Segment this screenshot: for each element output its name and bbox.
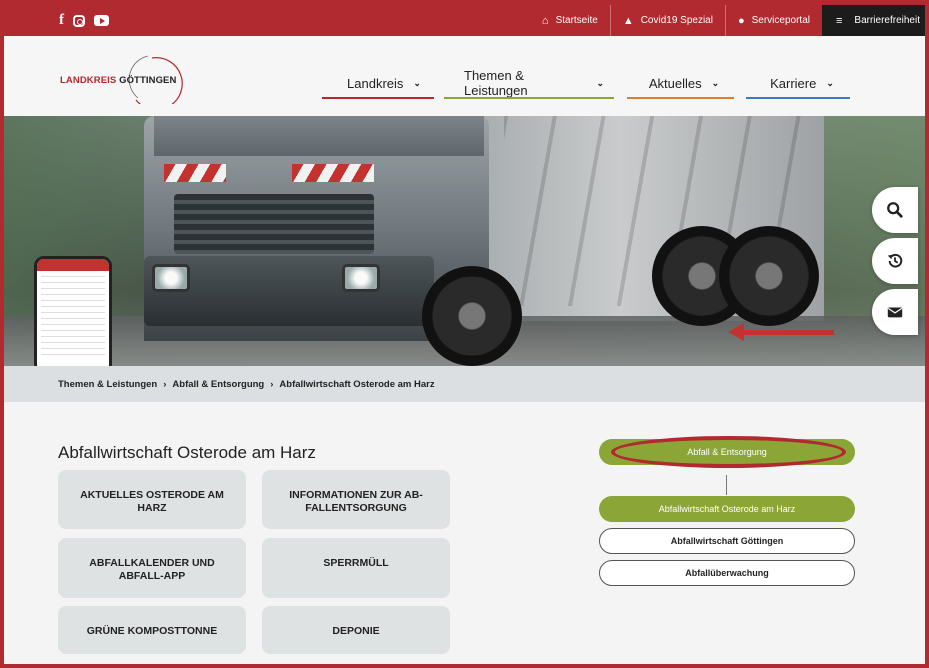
youtube-icon[interactable] [94, 15, 109, 26]
startseite-link[interactable]: ⌂ Startseite [530, 5, 610, 36]
top-bar: f ⌂ Startseite ▲ Covid19 Spezial ● Servi… [4, 5, 925, 36]
breadcrumb-separator: › [270, 378, 274, 390]
search-icon [887, 202, 903, 218]
breadcrumb-separator: › [163, 378, 167, 390]
site-header: LANDKREIS GÖTTINGEN Landkreis ⌄ Themen &… [4, 36, 925, 116]
browser-frame: f ⌂ Startseite ▲ Covid19 Spezial ● Servi… [0, 0, 929, 668]
nav-karriere-label: Karriere [770, 75, 817, 91]
truck-wheel [719, 226, 819, 326]
search-button[interactable] [872, 187, 918, 233]
nav-connector [726, 475, 727, 495]
menu-icon: ≡ [835, 14, 843, 27]
mail-icon [887, 307, 903, 318]
top-links: ⌂ Startseite ▲ Covid19 Spezial ● Service… [530, 5, 925, 36]
tile-sperrmuell[interactable]: SPERRMÜLL [262, 538, 450, 598]
chevron-down-icon: ⌄ [413, 77, 421, 88]
social-links: f [59, 12, 109, 29]
hero-image [4, 116, 925, 366]
tile-kompost[interactable]: GRÜNE KOMPOSTTONNE [58, 606, 246, 654]
phone-mockup [34, 256, 112, 366]
subnav-item-label: Abfallwirtschaft Osterode am Harz [658, 504, 796, 514]
history-button[interactable] [872, 238, 918, 284]
nav-themen-label: Themen & Leistungen [464, 68, 528, 98]
subnav-item-label: Abfallwirtschaft Göttingen [670, 536, 784, 546]
breadcrumb-item[interactable]: Themen & Leistungen [58, 379, 157, 390]
nav-landkreis[interactable]: Landkreis ⌄ [344, 72, 424, 94]
instagram-icon[interactable] [73, 14, 85, 27]
highlight-oval [611, 436, 846, 468]
breadcrumb: Themen & Leistungen › Abfall & Entsorgun… [4, 366, 925, 402]
chevron-down-icon: ⌄ [826, 77, 834, 88]
breadcrumb-current: Abfallwirtschaft Osterode am Harz [279, 378, 435, 390]
person-icon: ● [737, 14, 745, 27]
accessibility-button[interactable]: ≡ Barrierefreiheit [821, 5, 925, 36]
accessibility-label: Barrierefreiheit [854, 15, 920, 26]
covid-label: Covid19 Spezial [640, 15, 713, 26]
tile-aktuelles[interactable]: AKTUELLES OSTERODE AM HARZ [58, 470, 246, 529]
nav-themen[interactable]: Themen & Leistungen ⌄ [464, 68, 604, 98]
covid-link[interactable]: ▲ Covid19 Spezial [609, 5, 725, 36]
facebook-icon[interactable]: f [59, 12, 64, 29]
subnav-item-osterode[interactable]: Abfallwirtschaft Osterode am Harz [599, 496, 855, 522]
subnav-item-label: Abfallüberwachung [685, 568, 769, 578]
history-icon [887, 253, 903, 268]
tile-abfallkalender[interactable]: ABFALLKALENDER UND ABFALL-APP [58, 538, 246, 598]
subnav-item-ueberwachung[interactable]: Abfallüberwachung [599, 560, 855, 586]
page-title: Abfallwirtschaft Osterode am Harz [58, 443, 316, 462]
breadcrumb-item[interactable]: Abfall & Entsorgung [172, 379, 264, 390]
nav-aktuelles-label: Aktuelles [648, 75, 702, 91]
subnav-item-goettingen[interactable]: Abfallwirtschaft Göttingen [599, 528, 855, 554]
startseite-label: Startseite [555, 15, 598, 26]
tile-informationen[interactable]: INFORMATIONEN ZUR AB- FALLENTSORGUNG [262, 470, 450, 529]
warning-icon: ▲ [622, 14, 634, 27]
nav-karriere[interactable]: Karriere ⌄ [762, 72, 842, 94]
red-arrow [742, 330, 834, 335]
nav-aktuelles[interactable]: Aktuelles ⌄ [644, 72, 724, 94]
serviceportal-link[interactable]: ● Serviceportal [724, 5, 822, 36]
home-icon: ⌂ [541, 14, 549, 27]
chevron-down-icon: ⌄ [711, 77, 720, 88]
truck-wheel [422, 266, 522, 366]
chevron-down-icon: ⌄ [596, 77, 604, 88]
site-logo[interactable]: LANDKREIS GÖTTINGEN [56, 54, 186, 111]
serviceportal-label: Serviceportal [751, 15, 810, 26]
logo-text-landkreis: LANDKREIS [60, 75, 117, 86]
mail-button[interactable] [872, 289, 918, 335]
logo-text-goettingen: GÖTTINGEN [119, 75, 177, 86]
tile-deponie[interactable]: DEPONIE [262, 606, 450, 654]
nav-landkreis-label: Landkreis [347, 75, 404, 91]
